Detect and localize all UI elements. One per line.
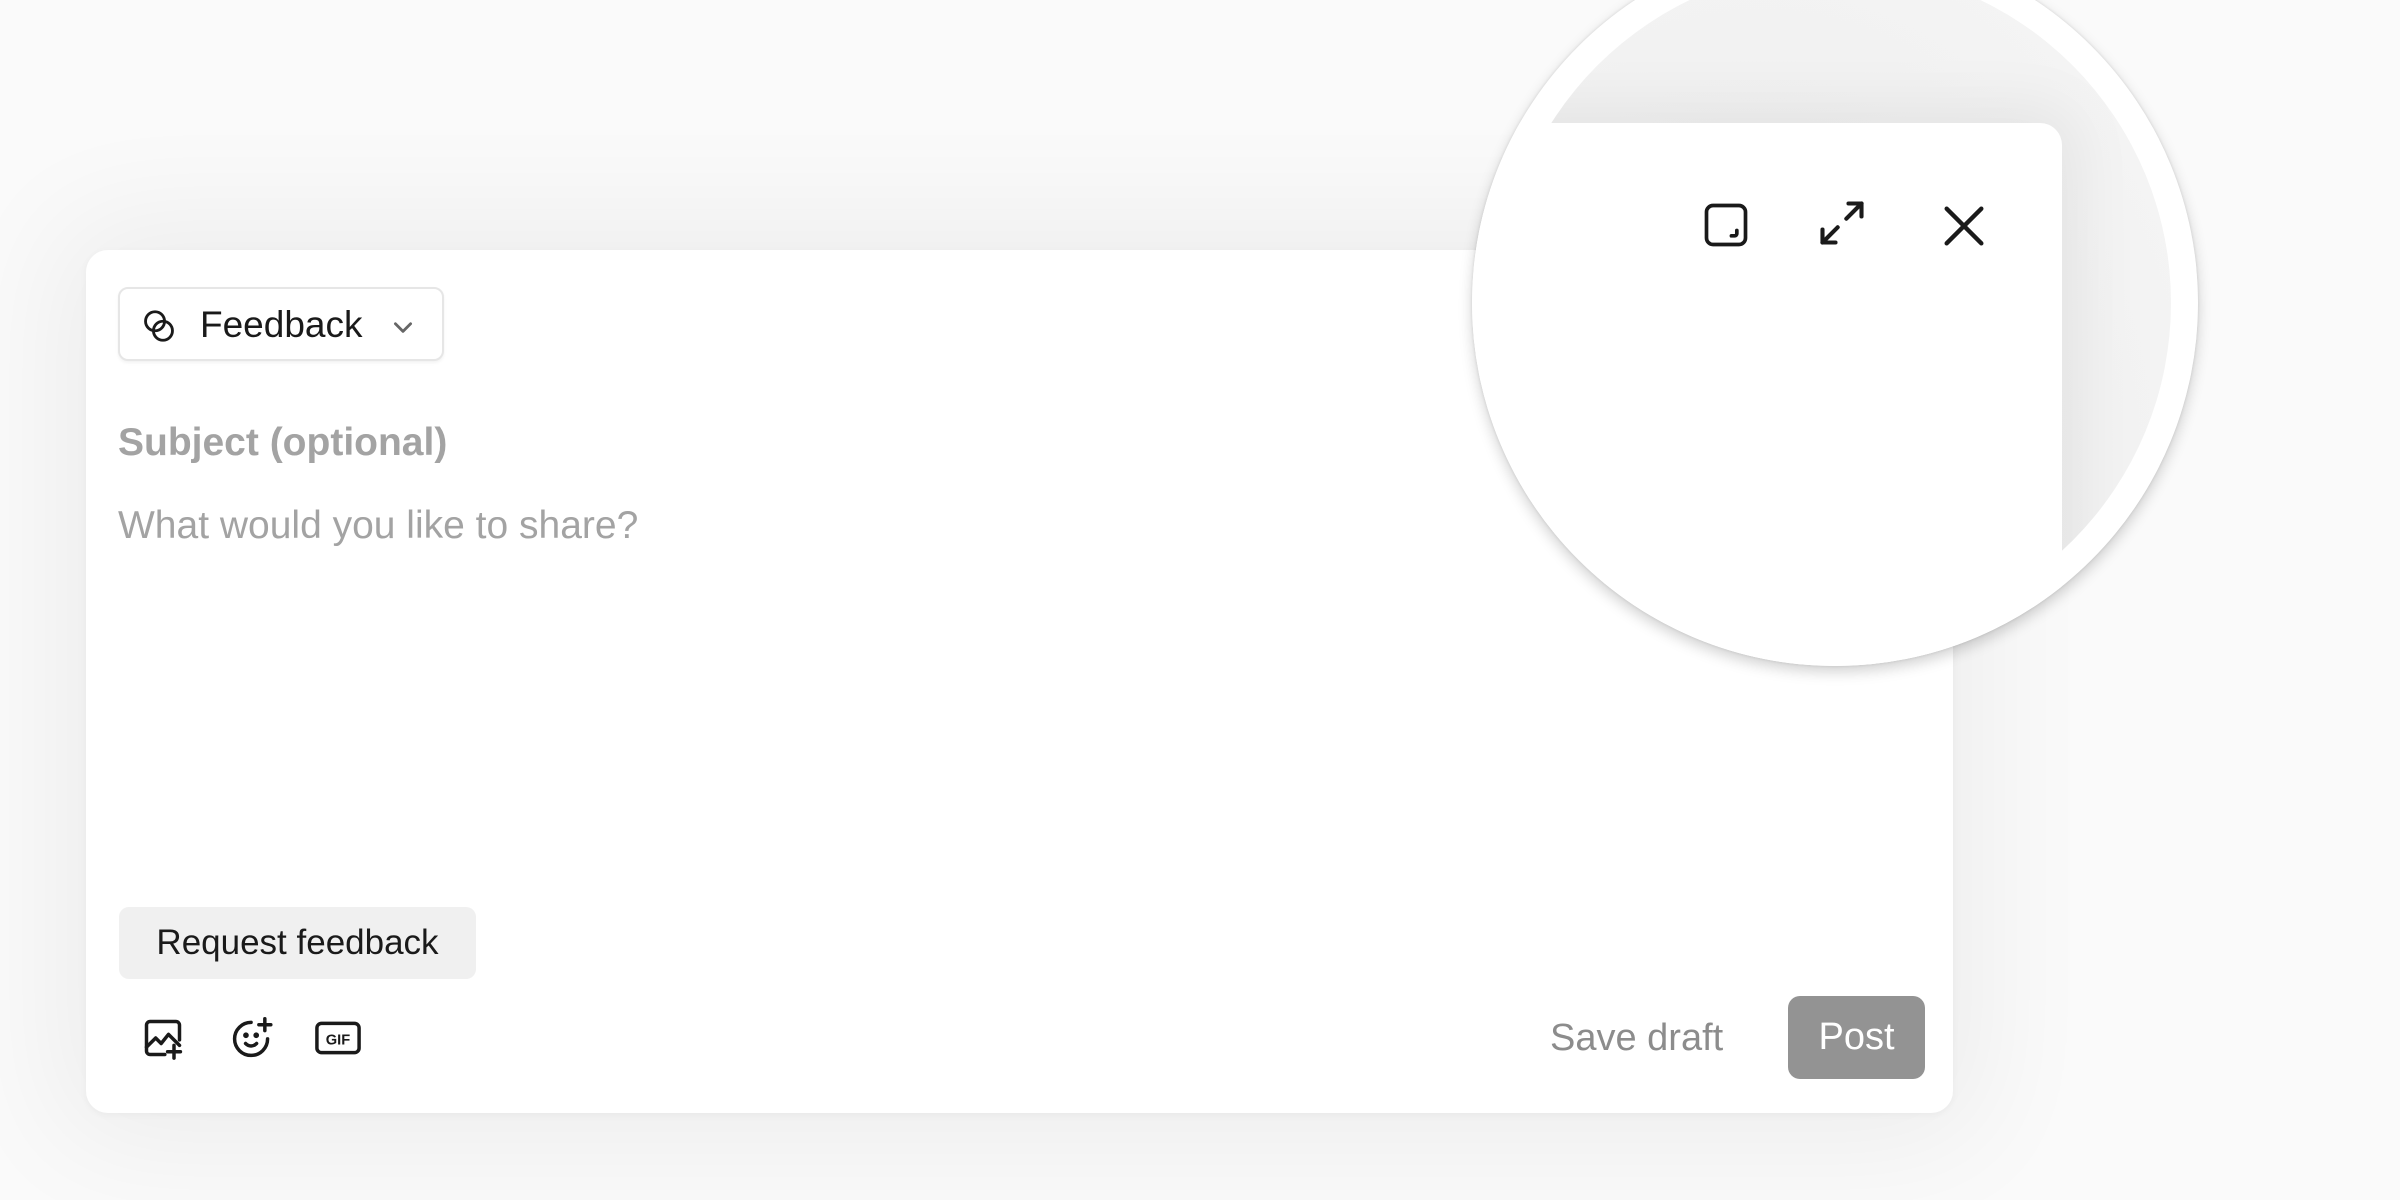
post-button[interactable]: Post [1788, 996, 1925, 1079]
emoji-add-icon[interactable] [230, 1016, 274, 1060]
minimize-to-corner-icon[interactable] [1700, 199, 1752, 251]
post-type-label: Feedback [200, 304, 363, 345]
body-textarea[interactable] [118, 502, 1618, 832]
overlapping-circles-icon [144, 310, 174, 342]
image-add-icon[interactable] [141, 1016, 185, 1060]
gif-icon-text: GIF [326, 1033, 350, 1049]
request-feedback-button[interactable]: Request feedback [119, 907, 476, 979]
close-icon[interactable] [1938, 200, 1990, 252]
magnifier-lens [1472, 0, 2198, 666]
expand-icon[interactable] [1816, 197, 1868, 249]
gif-icon[interactable]: GIF [314, 1016, 362, 1060]
chevron-down-icon [394, 322, 412, 333]
save-draft-button[interactable]: Save draft [1546, 1003, 1727, 1073]
subject-input[interactable] [118, 418, 1618, 468]
post-type-dropdown[interactable]: Feedback [118, 287, 444, 361]
